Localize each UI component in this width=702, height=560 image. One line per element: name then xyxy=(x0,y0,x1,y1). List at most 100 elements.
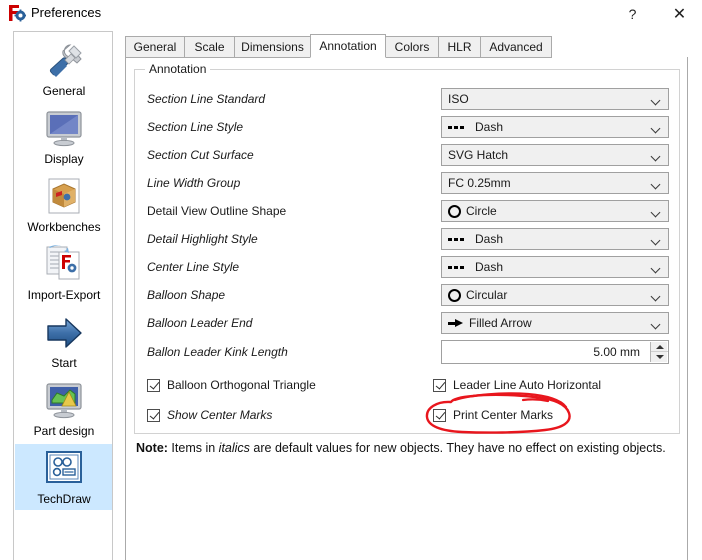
combo-value: Dash xyxy=(475,260,504,274)
chevron-down-icon xyxy=(652,145,661,167)
tab-bar[interactable]: General Scale Dimensions Annotation Colo… xyxy=(125,34,688,58)
form-row-center-line-style: Center Line Style Dash xyxy=(147,256,669,278)
checkbox-balloon-orthogonal-triangle[interactable]: Balloon Orthogonal Triangle xyxy=(147,376,316,394)
checkbox-icon[interactable] xyxy=(433,408,446,422)
box-icon xyxy=(41,176,87,218)
combo-value: Circular xyxy=(466,288,508,302)
section-cut-surface-combo[interactable]: SVG Hatch xyxy=(441,144,669,166)
form-row-balloon-leader-end: Balloon Leader End Filled Arrow xyxy=(147,312,669,334)
checkbox-label: Show Center Marks xyxy=(167,408,273,422)
tab-advanced[interactable]: Advanced xyxy=(480,36,552,58)
field-label: Balloon Shape xyxy=(147,288,226,302)
tab-colors[interactable]: Colors xyxy=(385,36,439,58)
annotation-tab-panel: Annotation Section Line Standard ISO Sec… xyxy=(125,57,688,560)
note-part-1: Items in xyxy=(167,441,219,455)
combo-value: Dash xyxy=(475,120,504,134)
preferences-sidebar[interactable]: General Display Workbenches Import-Expor… xyxy=(13,31,113,560)
combo-value: Circle xyxy=(466,204,497,218)
dash-line-icon xyxy=(448,234,470,244)
form-row-detail-view-outline-shape: Detail View Outline Shape Circle xyxy=(147,200,669,222)
combo-value: ISO xyxy=(448,92,469,106)
sidebar-item-part-design[interactable]: Part design xyxy=(15,376,112,438)
circle-icon xyxy=(448,204,461,218)
sidebar-item-label: Display xyxy=(44,152,84,166)
checkbox-icon[interactable] xyxy=(147,378,160,392)
detail-view-outline-shape-combo[interactable]: Circle xyxy=(441,200,669,222)
checkbox-print-center-marks[interactable]: Print Center Marks xyxy=(433,406,553,424)
note-part-2: are default values for new objects. They… xyxy=(249,441,666,455)
sidebar-item-label: Import-Export xyxy=(27,288,101,302)
checkbox-icon[interactable] xyxy=(433,378,446,392)
chevron-down-icon xyxy=(652,229,661,251)
section-line-style-combo[interactable]: Dash xyxy=(441,116,669,138)
chevron-down-icon xyxy=(652,89,661,111)
form-row-balloon-shape: Balloon Shape Circular xyxy=(147,284,669,306)
field-label: Detail View Outline Shape xyxy=(147,204,287,218)
chevron-down-icon xyxy=(652,201,661,223)
checkbox-icon[interactable] xyxy=(147,408,160,422)
sidebar-item-label: TechDraw xyxy=(37,492,91,506)
freecad-icon xyxy=(8,4,27,22)
chevron-down-icon xyxy=(652,313,661,335)
tab-scale[interactable]: Scale xyxy=(184,36,235,58)
tab-annotation[interactable]: Annotation xyxy=(310,34,386,58)
spinner-increment-button[interactable] xyxy=(651,342,668,352)
note-emphasis: italics xyxy=(218,441,250,455)
dash-line-icon xyxy=(448,122,470,132)
checkbox-label: Print Center Marks xyxy=(453,408,554,422)
center-line-style-combo[interactable]: Dash xyxy=(441,256,669,278)
balloon-leader-kink-length-spinner[interactable]: 5.00 mm xyxy=(441,340,669,364)
field-label: Balloon Leader End xyxy=(147,316,253,330)
close-button[interactable]: ✕ xyxy=(657,0,702,27)
sidebar-item-display[interactable]: Display xyxy=(15,104,112,166)
monitor-icon xyxy=(41,108,87,150)
line-width-group-combo[interactable]: FC 0.25mm xyxy=(441,172,669,194)
note-prefix: Note: xyxy=(136,441,168,455)
window-titlebar: Preferences ? ✕ xyxy=(0,0,702,27)
field-label: Section Line Standard xyxy=(147,92,266,106)
field-label: Section Cut Surface xyxy=(147,148,254,162)
form-row-line-width-group: Line Width Group FC 0.25mm xyxy=(147,172,669,194)
dash-line-icon xyxy=(448,262,470,272)
import-export-icon xyxy=(41,244,87,286)
balloon-leader-end-combo[interactable]: Filled Arrow xyxy=(441,312,669,334)
sidebar-item-general[interactable]: General xyxy=(15,36,112,98)
tab-dimensions[interactable]: Dimensions xyxy=(234,36,311,58)
field-label: Center Line Style xyxy=(147,260,240,274)
circle-icon xyxy=(448,288,461,302)
note-text: Note: Items in italics are default value… xyxy=(136,440,670,457)
spinner-decrement-button[interactable] xyxy=(651,352,668,362)
combo-value: Dash xyxy=(475,232,504,246)
form-row-balloon-leader-kink-length: Ballon Leader Kink Length 5.00 mm xyxy=(147,340,669,364)
form-row-section-cut-surface: Section Cut Surface SVG Hatch xyxy=(147,144,669,166)
field-label: Detail Highlight Style xyxy=(147,232,258,246)
form-row-section-line-style: Section Line Style Dash xyxy=(147,116,669,138)
checkbox-label: Leader Line Auto Horizontal xyxy=(453,378,602,392)
form-row-detail-highlight-style: Detail Highlight Style Dash xyxy=(147,228,669,250)
sidebar-item-workbenches[interactable]: Workbenches xyxy=(15,172,112,234)
sidebar-item-start[interactable]: Start xyxy=(15,308,112,370)
sidebar-item-import-export[interactable]: Import-Export xyxy=(15,240,112,302)
arrow-right-icon xyxy=(41,312,87,354)
balloon-shape-combo[interactable]: Circular xyxy=(441,284,669,306)
checkbox-show-center-marks[interactable]: Show Center Marks xyxy=(147,406,272,424)
sidebar-item-techdraw[interactable]: TechDraw xyxy=(15,444,112,510)
tools-icon xyxy=(41,40,87,82)
help-button[interactable]: ? xyxy=(610,0,655,27)
spinner-buttons[interactable] xyxy=(650,342,668,362)
filled-arrow-icon xyxy=(448,317,464,329)
annotation-group-box: Annotation Section Line Standard ISO Sec… xyxy=(134,62,680,434)
techdraw-icon xyxy=(41,448,87,490)
chevron-down-icon xyxy=(652,173,661,195)
tab-hlr[interactable]: HLR xyxy=(438,36,481,58)
field-label: Line Width Group xyxy=(147,176,241,190)
combo-value: SVG Hatch xyxy=(448,148,509,162)
sidebar-item-label: Start xyxy=(51,356,77,370)
detail-highlight-style-combo[interactable]: Dash xyxy=(441,228,669,250)
group-box-title: Annotation xyxy=(145,62,211,76)
window-title: Preferences xyxy=(31,5,102,20)
tab-general[interactable]: General xyxy=(125,36,185,58)
section-line-standard-combo[interactable]: ISO xyxy=(441,88,669,110)
checkbox-leader-line-auto-horizontal[interactable]: Leader Line Auto Horizontal xyxy=(433,376,601,394)
sidebar-item-label: General xyxy=(42,84,86,98)
